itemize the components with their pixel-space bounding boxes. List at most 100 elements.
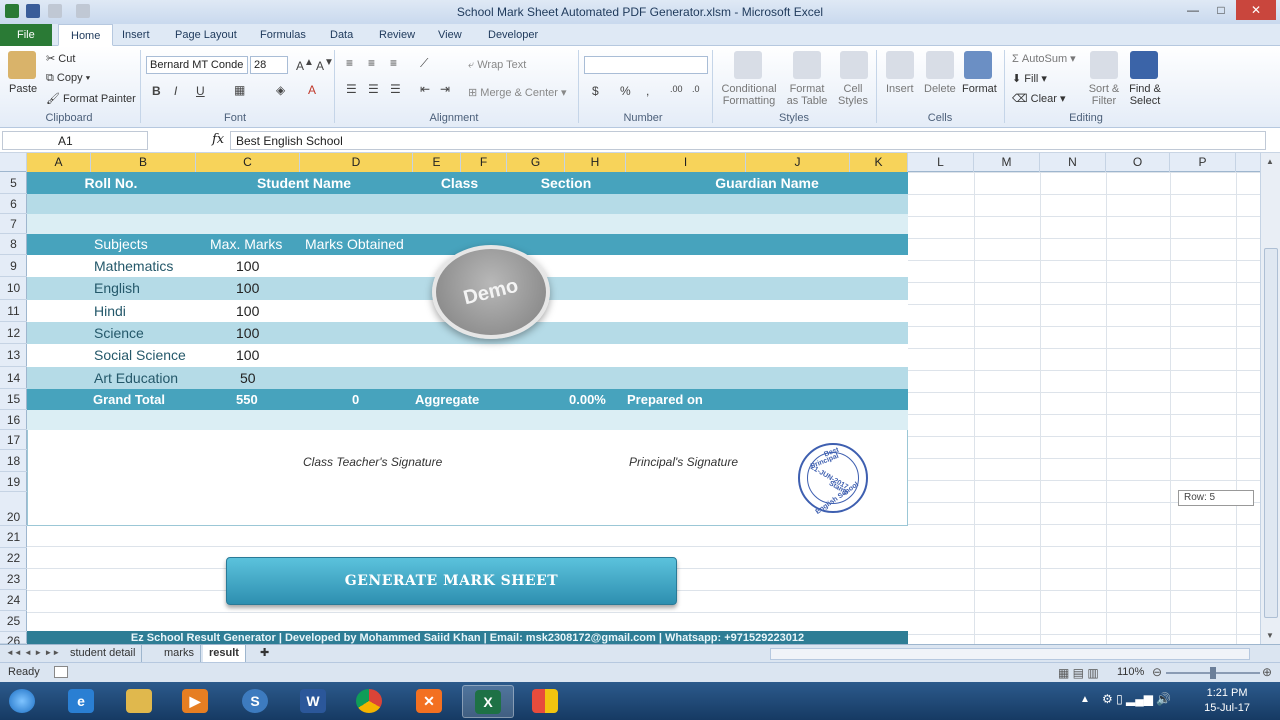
taskbar-clock[interactable]: 1:21 PM 15-Jul-17: [1204, 686, 1250, 716]
row-header[interactable]: 18: [0, 450, 27, 472]
sheet-tab-marks[interactable]: marks: [158, 645, 201, 662]
zoom-in-icon[interactable]: ⊕: [1262, 665, 1272, 679]
select-all-corner[interactable]: [0, 153, 27, 172]
row-header[interactable]: 26: [0, 632, 27, 648]
column-header[interactable]: I: [626, 153, 746, 172]
worksheet-grid[interactable]: Roll No. Student Name Class Section Guar…: [27, 172, 1260, 644]
column-header[interactable]: J: [746, 153, 850, 172]
number-format-combo[interactable]: [584, 56, 708, 74]
sheet-tab-result[interactable]: result: [203, 645, 246, 662]
conditional-formatting-icon[interactable]: [734, 51, 762, 79]
name-box[interactable]: A1: [2, 131, 148, 150]
sort-filter-icon[interactable]: [1090, 51, 1118, 79]
tray-arrow-icon[interactable]: ▲: [1080, 694, 1090, 705]
view-buttons-icon[interactable]: ▦ ▤ ▥: [1058, 666, 1099, 680]
scroll-up-icon[interactable]: ▲: [1266, 157, 1274, 166]
insert-function-icon[interactable]: fx: [212, 132, 224, 147]
tab-page-layout[interactable]: Page Layout: [163, 24, 249, 46]
row-header[interactable]: 5: [0, 172, 27, 194]
format-as-table-button[interactable]: Format as Table: [783, 83, 831, 107]
align-middle-icon[interactable]: ≡: [368, 56, 375, 70]
taskbar-xampp[interactable]: ✕: [404, 685, 456, 718]
row-header[interactable]: 24: [0, 590, 27, 611]
paste-icon[interactable]: [8, 51, 36, 79]
horizontal-scrollbar[interactable]: [770, 648, 1250, 660]
delete-cells-icon[interactable]: [926, 51, 954, 79]
merge-center-button[interactable]: ⊞ Merge & Center ▾: [468, 86, 567, 99]
tab-data[interactable]: Data: [318, 24, 365, 46]
font-name-combo[interactable]: Bernard MT Conde: [146, 56, 248, 74]
sheet-tab-student-detail[interactable]: student detail: [64, 645, 143, 662]
tab-home[interactable]: Home: [58, 24, 114, 46]
underline-button[interactable]: U: [196, 84, 205, 98]
align-right-icon[interactable]: ☰: [390, 82, 401, 96]
minimize-button[interactable]: —: [1178, 0, 1208, 20]
row-header[interactable]: 9: [0, 255, 27, 277]
column-header[interactable]: P: [1170, 153, 1236, 172]
subject-row[interactable]: Art Education 50: [27, 367, 908, 389]
column-header[interactable]: D: [300, 153, 413, 172]
currency-button[interactable]: $: [592, 84, 599, 98]
column-header[interactable]: H: [565, 153, 626, 172]
autosum-button[interactable]: Σ AutoSum ▾: [1012, 52, 1076, 65]
find-select-icon[interactable]: [1130, 51, 1158, 79]
comma-button[interactable]: ,: [646, 84, 649, 98]
sort-filter-button[interactable]: Sort & Filter: [1084, 83, 1124, 107]
copy-button[interactable]: ⧉ Copy ▾: [46, 72, 90, 85]
conditional-formatting-button[interactable]: Conditional Formatting: [718, 83, 780, 107]
row-header[interactable]: 8: [0, 234, 27, 255]
format-cells-button[interactable]: Format: [962, 83, 997, 95]
vertical-scroll-thumb[interactable]: [1264, 248, 1278, 618]
grow-font-icon[interactable]: A▲: [296, 57, 314, 73]
column-header[interactable]: C: [196, 153, 300, 172]
taskbar-explorer[interactable]: [114, 685, 166, 718]
taskbar-media[interactable]: ▶: [170, 685, 222, 718]
clear-button[interactable]: ⌫ Clear ▾: [1012, 92, 1066, 105]
row-header[interactable]: 16: [0, 410, 27, 430]
decrease-decimal-icon[interactable]: .0: [692, 84, 700, 94]
row-header[interactable]: 10: [0, 277, 27, 300]
increase-indent-icon[interactable]: ⇥: [440, 82, 450, 96]
tab-view[interactable]: View: [426, 24, 474, 46]
row-header[interactable]: 7: [0, 214, 27, 234]
font-size-combo[interactable]: 28: [250, 56, 288, 74]
taskbar-app-grid[interactable]: [520, 685, 572, 718]
zoom-out-icon[interactable]: ⊖: [1152, 665, 1162, 679]
row-header[interactable]: 6: [0, 194, 27, 214]
row-header[interactable]: 15: [0, 389, 27, 410]
insert-cells-button[interactable]: Insert: [886, 83, 914, 95]
row-header[interactable]: 11: [0, 300, 27, 322]
cell-styles-button[interactable]: Cell Styles: [834, 83, 872, 107]
decrease-indent-icon[interactable]: ⇤: [420, 82, 430, 96]
column-header[interactable]: A: [27, 153, 91, 172]
start-button[interactable]: [2, 685, 42, 718]
find-select-button[interactable]: Find & Select: [1124, 83, 1166, 107]
orientation-icon[interactable]: ⟋: [420, 56, 428, 71]
column-header[interactable]: E: [413, 153, 461, 172]
column-header[interactable]: K: [850, 153, 908, 172]
scroll-down-icon[interactable]: ▼: [1266, 631, 1274, 640]
taskbar-excel[interactable]: X: [462, 685, 514, 718]
font-color-icon[interactable]: A: [308, 83, 316, 97]
row-header[interactable]: 14: [0, 367, 27, 389]
format-cells-icon[interactable]: [964, 51, 992, 79]
tab-file[interactable]: File: [0, 24, 52, 46]
generate-mark-sheet-button[interactable]: GENERATE MARK SHEET: [226, 557, 677, 605]
tab-formulas[interactable]: Formulas: [248, 24, 318, 46]
sheet-nav-icon[interactable]: ◄◄ ◄ ► ►►: [0, 645, 66, 662]
macro-record-icon[interactable]: [54, 666, 68, 678]
align-bottom-icon[interactable]: ≡: [390, 56, 397, 70]
taskbar-ie[interactable]: e: [56, 685, 108, 718]
cut-button[interactable]: ✂ Cut: [46, 52, 75, 65]
align-center-icon[interactable]: ☰: [368, 82, 379, 96]
row-header[interactable]: 17: [0, 430, 27, 450]
borders-icon[interactable]: ▦: [234, 83, 245, 97]
row-header[interactable]: 12: [0, 322, 27, 344]
student-info-row[interactable]: [27, 194, 908, 214]
formula-input[interactable]: Best English School: [230, 131, 1266, 150]
fill-color-icon[interactable]: ◈: [276, 83, 285, 97]
zoom-slider-thumb[interactable]: [1210, 667, 1216, 679]
percent-button[interactable]: %: [620, 84, 631, 98]
taskbar-chrome[interactable]: [344, 685, 396, 718]
row-header[interactable]: 20: [0, 492, 27, 526]
